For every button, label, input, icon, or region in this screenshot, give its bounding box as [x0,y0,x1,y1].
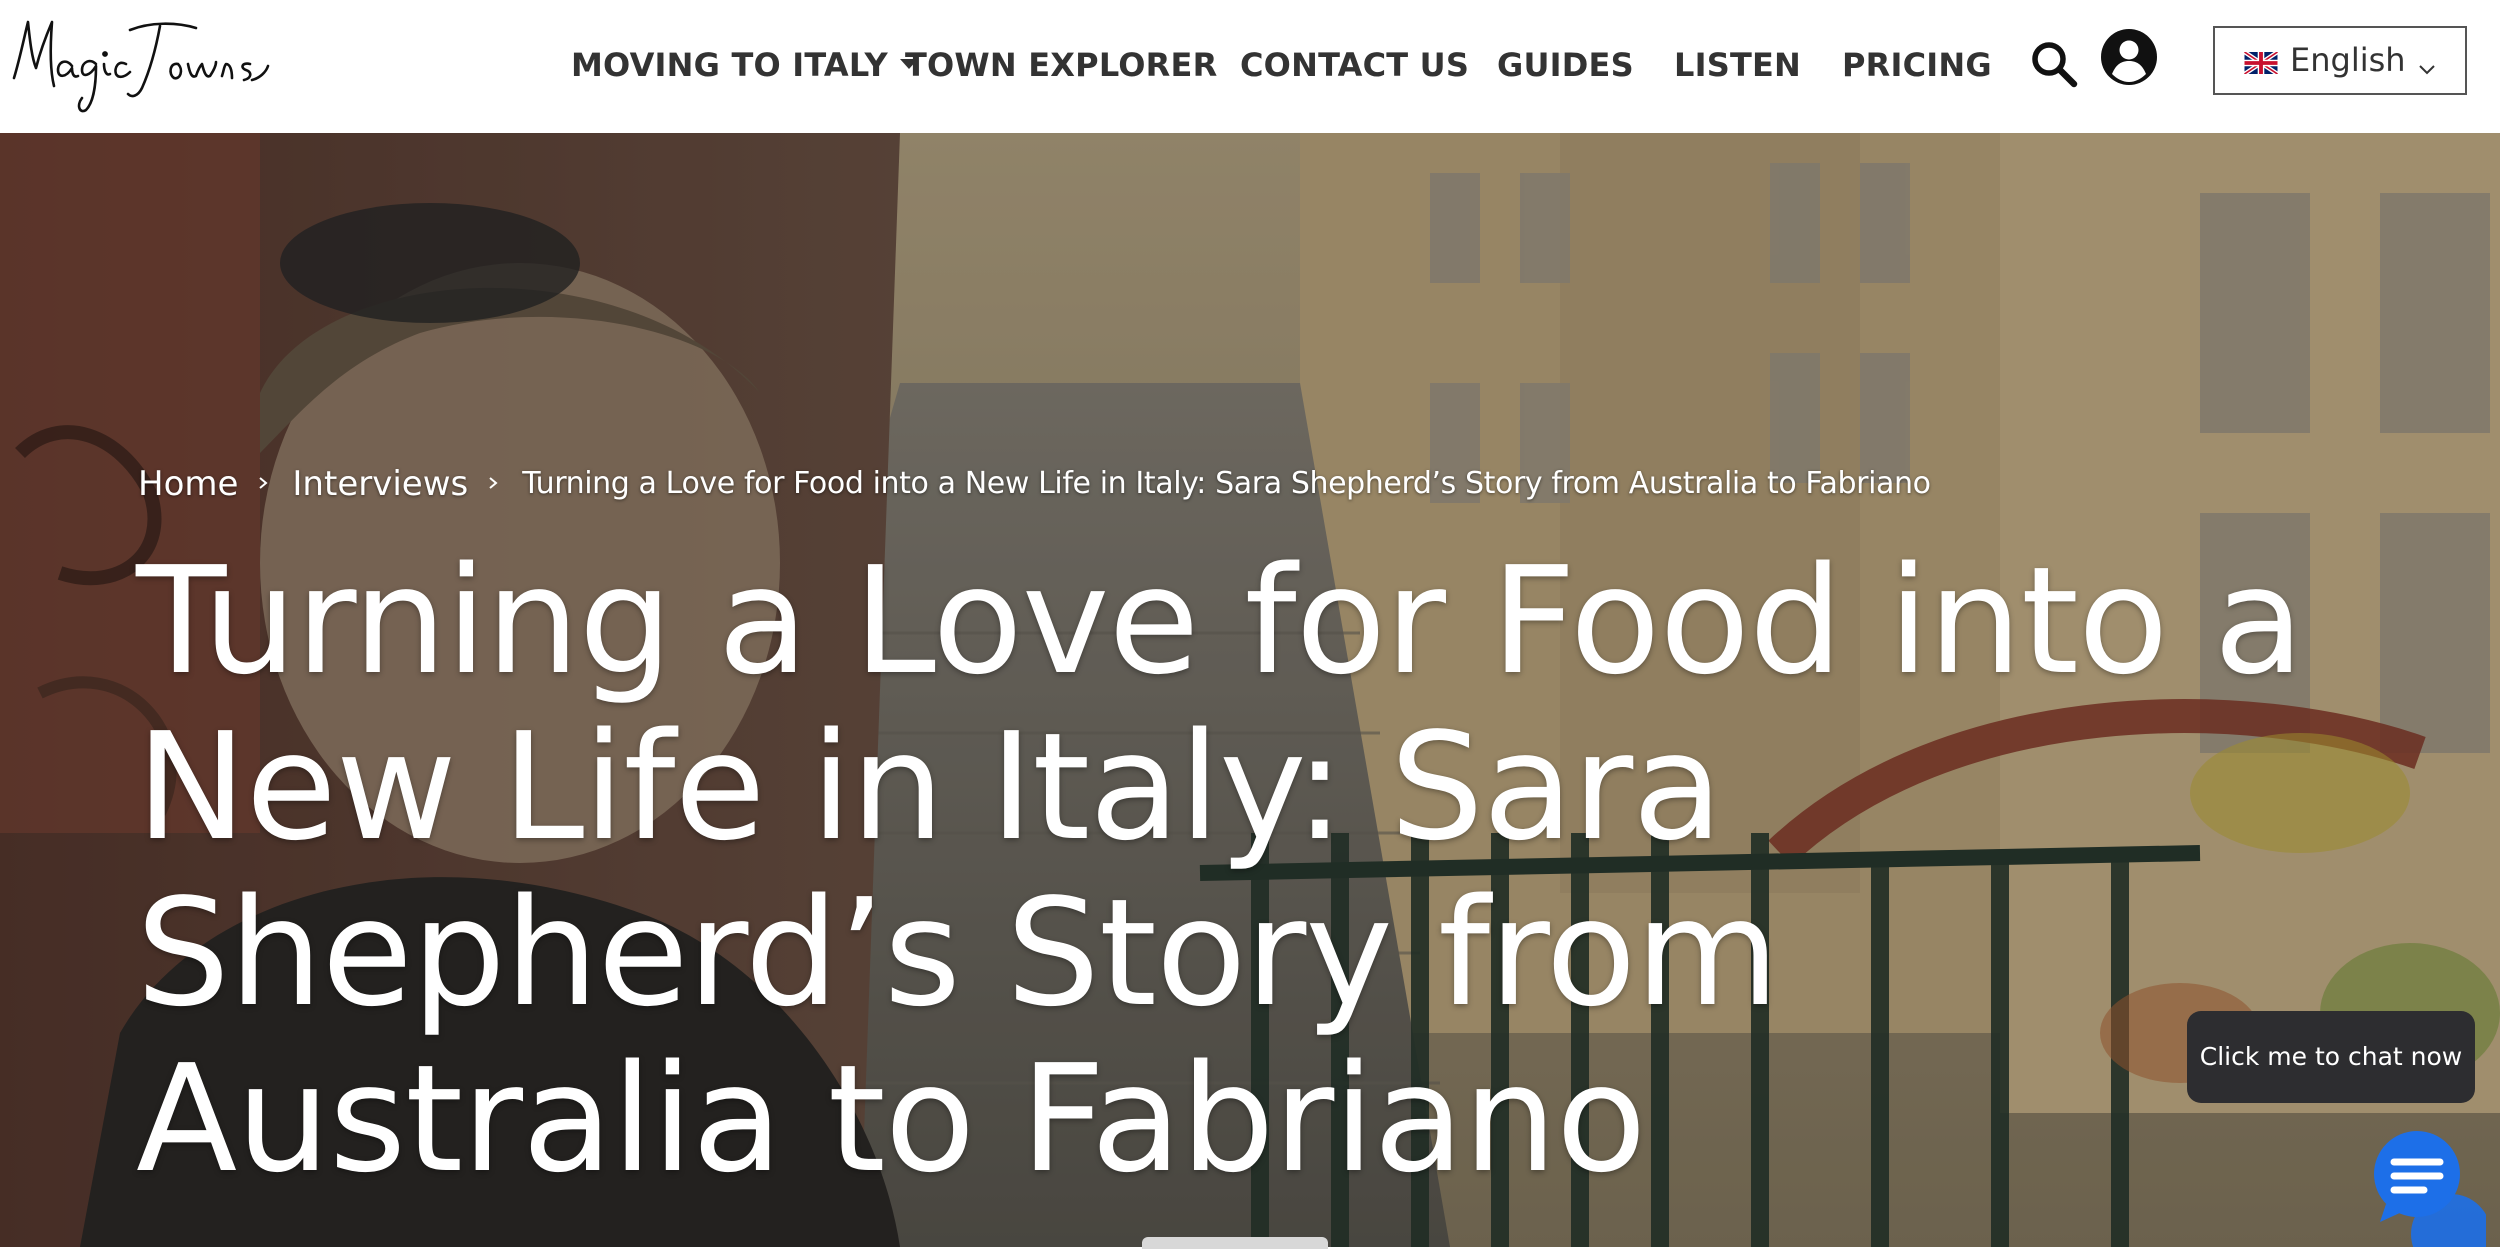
chevron-down-icon [2419,65,2435,75]
page-title: Turning a Love for Food into a New Life … [136,535,2304,1205]
breadcrumb-interviews[interactable]: Interviews [292,459,468,509]
logo-script-icon [12,20,270,113]
breadcrumb-current-page: Turning a Love for Food into a New Life … [522,465,1931,501]
nav-guides[interactable]: GUIDES [1497,42,1634,88]
scroll-indicator [1142,1237,1328,1249]
nav-moving-to-italy-label: MOVING TO ITALY [571,46,888,84]
account-icon[interactable] [2100,28,2158,86]
language-selector[interactable]: English [2213,26,2467,95]
site-header: MOVING TO ITALY TOWN EXPLORER CONTACT US… [0,0,2500,133]
nav-town-explorer[interactable]: TOWN EXPLORER [905,42,1217,88]
nav-listen[interactable]: LISTEN [1674,42,1801,88]
magictowns-logo[interactable] [10,8,272,118]
chevron-right-icon [486,476,500,490]
language-label: English [2290,41,2406,79]
uk-flag-icon [2244,52,2278,74]
chat-launcher-button[interactable] [2346,1130,2486,1247]
search-icon[interactable] [2030,40,2078,88]
nav-contact-us[interactable]: CONTACT US [1240,42,1469,88]
breadcrumb: Home Interviews Turning a Love for Food in… [138,458,1931,508]
chevron-right-icon [256,476,270,490]
breadcrumb-home[interactable]: Home [138,459,238,509]
nav-moving-to-italy[interactable]: MOVING TO ITALY [571,42,918,88]
chat-icon [2374,1131,2486,1247]
nav-pricing[interactable]: PRICING [1842,42,1992,88]
chat-prompt-bubble[interactable]: Click me to chat now [2187,1011,2475,1103]
hero-banner: Home Interviews Turning a Love for Food in… [0,133,2500,1247]
